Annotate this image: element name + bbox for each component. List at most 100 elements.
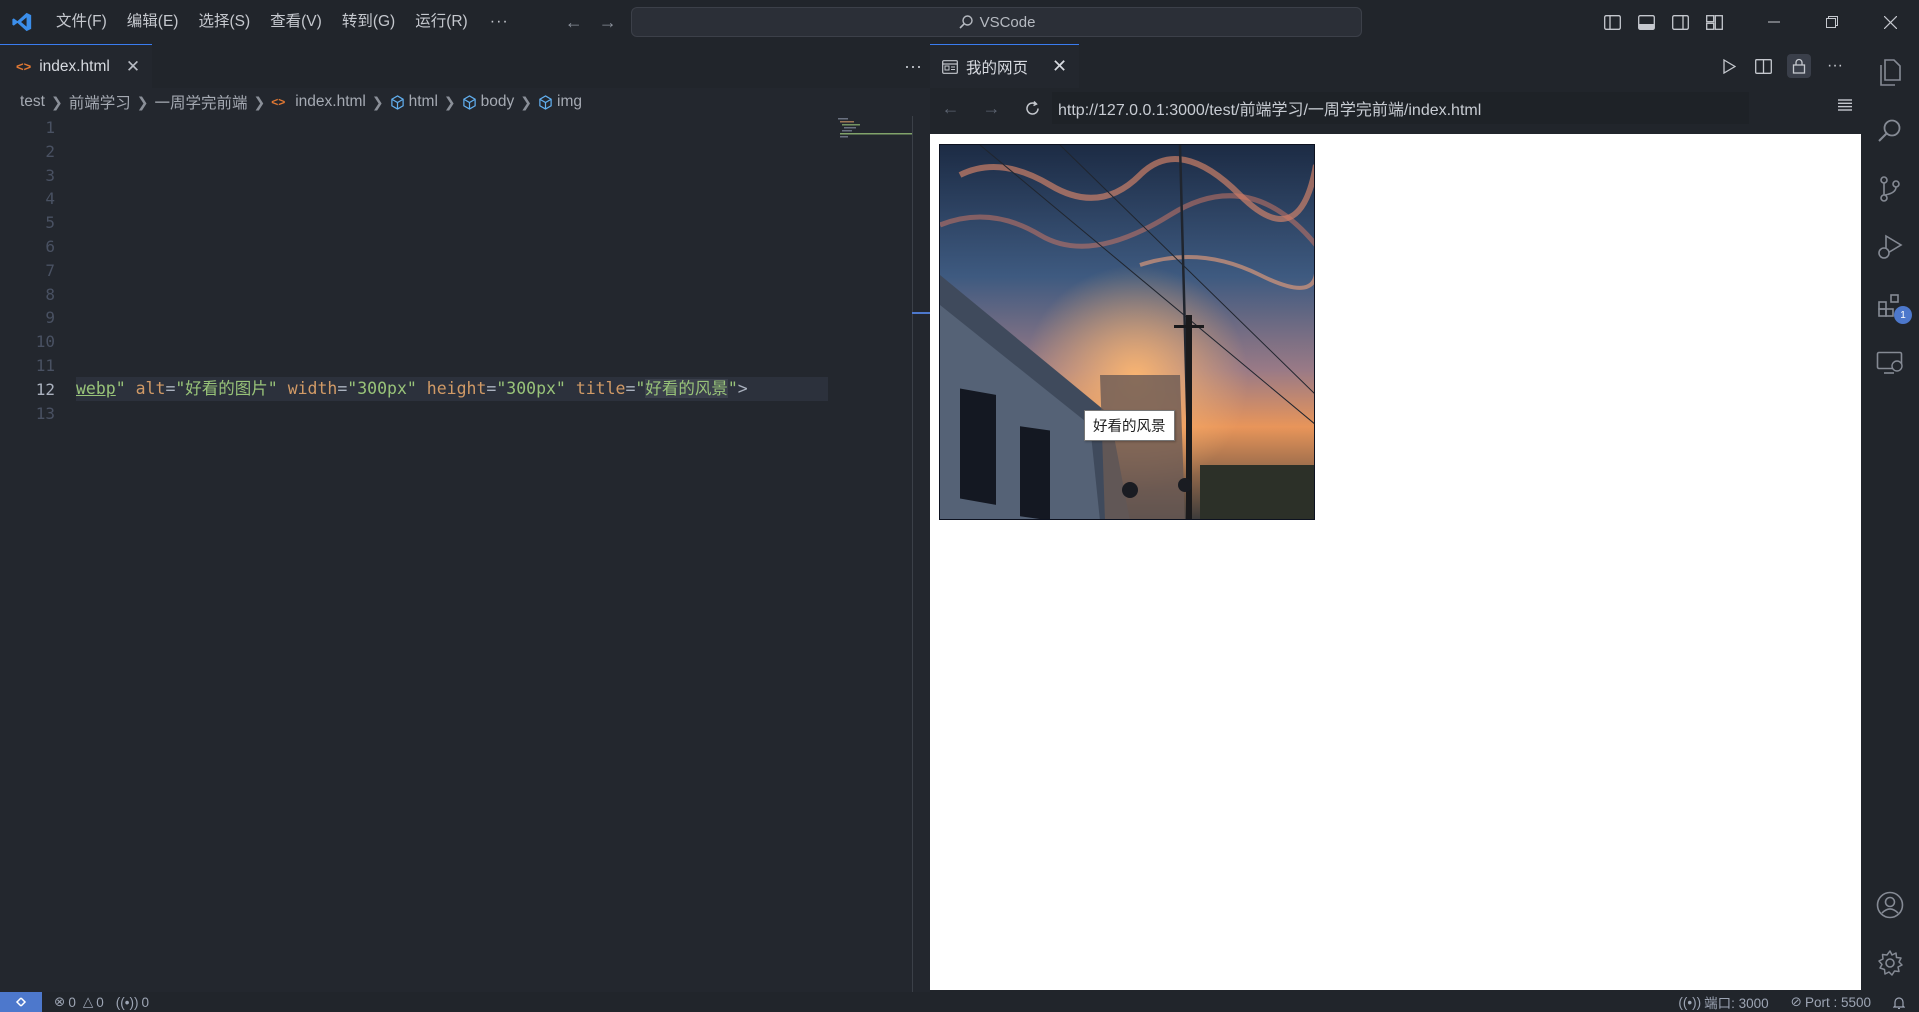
split-editor-icon[interactable] [1753, 56, 1773, 76]
code-src-tail[interactable]: webp [76, 379, 116, 398]
line-number: 10 [35, 332, 55, 352]
image-title-tooltip: 好看的风景 [1084, 410, 1175, 441]
broadcast-icon: ((•)) [1678, 994, 1702, 1010]
line-number: 11 [35, 355, 55, 375]
code-editor[interactable]: 1 2 3 4 5 6 7 8 9 10 11 12 13 webp" alt=… [0, 116, 930, 992]
breadcrumb-img[interactable]: img [538, 93, 582, 111]
line-number: 13 [35, 403, 55, 423]
menu-file[interactable]: 文件(F) [46, 0, 117, 44]
code-token: = [337, 379, 348, 398]
url-input[interactable]: http://127.0.0.1:3000/test/前端学习/一周学完前端/i… [1052, 92, 1749, 124]
close-window-icon[interactable] [1861, 0, 1919, 44]
command-center-search[interactable]: VSCode [631, 7, 1362, 37]
chevron-right-icon: ❯ [371, 93, 384, 110]
menu-edit[interactable]: 编辑(E) [117, 0, 189, 44]
browser-preview-pane: 我的网页 ✕ ··· ← → http://127.0.0.1:3000/tes… [930, 44, 1861, 992]
warning-icon: △ [82, 994, 94, 1009]
line-number: 3 [45, 165, 55, 185]
forward-arrow-icon[interactable]: → [599, 12, 617, 33]
close-tab-icon[interactable]: ✕ [126, 57, 140, 77]
editor-scrollbar[interactable] [912, 116, 913, 992]
breadcrumb-test[interactable]: test [20, 93, 45, 111]
breadcrumb-file-label: index.html [295, 93, 366, 110]
scrollbar-cursor-marker [912, 312, 930, 314]
tab-label: index.html [39, 57, 110, 75]
explorer-icon[interactable] [1861, 44, 1919, 102]
restore-icon[interactable] [1803, 0, 1861, 44]
browser-reload-icon[interactable] [1012, 88, 1053, 128]
editor-group: <> index.html ✕ ··· test ❯ 前端学习 ❯ 一周学完前端… [0, 44, 930, 992]
problems-status[interactable]: ⊗ 0 △ 0 [54, 994, 104, 1010]
code-title-value-selected: 好看的风景 [645, 379, 728, 398]
preview-tab-bar: 我的网页 ✕ ··· [930, 44, 1861, 88]
menu-more-button[interactable]: ··· [478, 13, 521, 31]
menu-selection[interactable]: 选择(S) [188, 0, 260, 44]
accounts-icon[interactable] [1861, 876, 1919, 934]
menu-go[interactable]: 转到(G) [332, 0, 405, 44]
run-and-debug-icon[interactable] [1861, 218, 1919, 276]
broadcast-icon: ((•)) [115, 994, 139, 1010]
line-number: 1 [45, 118, 55, 137]
chevron-right-icon: ❯ [443, 93, 456, 110]
browser-back-icon[interactable]: ← [930, 88, 971, 128]
menu-run[interactable]: 运行(R) [405, 0, 478, 44]
scenery-image[interactable] [939, 144, 1315, 520]
remote-explorer-icon[interactable] [1861, 334, 1919, 392]
code-token: = [625, 379, 636, 398]
vscode-logo-icon [0, 0, 44, 44]
chevron-right-icon: ❯ [520, 93, 533, 110]
command-center-label: VSCode [979, 13, 1036, 31]
line-number: 8 [45, 284, 55, 304]
tab-my-webpage[interactable]: 我的网页 ✕ [930, 44, 1080, 88]
status-bar: ⊗ 0 △ 0 ((•)) 0 ((•)) 端口: 3000 ⊘ Port : … [0, 992, 1919, 1012]
breadcrumb-folder-frontend[interactable]: 前端学习 [69, 91, 131, 113]
webpage-viewport[interactable]: 好看的风景 [930, 134, 1861, 990]
toggle-secondary-sidebar-icon[interactable] [1663, 0, 1697, 44]
back-arrow-icon[interactable]: ← [565, 12, 583, 33]
code-line-img-tag[interactable]: webp" alt="好看的图片" width="300px" height="… [76, 377, 828, 401]
remote-indicator-icon[interactable] [0, 992, 42, 1012]
notifications-bell-icon[interactable] [1893, 996, 1905, 1009]
search-icon [958, 15, 973, 29]
toggle-panel-icon[interactable] [1629, 0, 1663, 44]
browser-menu-icon[interactable] [1837, 98, 1853, 117]
chevron-right-icon: ❯ [50, 93, 63, 110]
port-forward-status[interactable]: ((•)) 端口: 3000 [1678, 992, 1768, 1012]
minimize-icon[interactable] [1745, 0, 1803, 44]
close-tab-icon[interactable]: ✕ [1052, 56, 1067, 77]
breadcrumb-body[interactable]: body [462, 93, 514, 111]
manage-gear-icon[interactable] [1861, 934, 1919, 992]
element-cube-icon [462, 94, 476, 110]
menu-bar: 文件(F) 编辑(E) 选择(S) 查看(V) 转到(G) 运行(R) ··· [46, 0, 521, 44]
lock-group-icon[interactable] [1787, 54, 1811, 78]
forwarded-ports-status[interactable]: ((•)) 0 [116, 995, 149, 1010]
browser-forward-icon[interactable]: → [971, 88, 1012, 128]
breadcrumb-folder-week[interactable]: 一周学完前端 [154, 91, 247, 113]
breadcrumb-html[interactable]: html [390, 93, 438, 111]
title-bar: 文件(F) 编辑(E) 选择(S) 查看(V) 转到(G) 运行(R) ··· … [0, 0, 1919, 44]
error-icon: ⊗ [54, 994, 66, 1009]
active-line-number: 12 [35, 379, 55, 399]
preview-actions: ··· [1719, 44, 1845, 88]
code-token: = [165, 379, 176, 398]
editor-more-actions-button[interactable]: ··· [904, 44, 922, 88]
url-text: http://127.0.0.1:3000/test/前端学习/一周学完前端/i… [1058, 102, 1482, 119]
more-actions-icon[interactable]: ··· [1825, 56, 1845, 76]
toggle-primary-sidebar-icon[interactable] [1595, 0, 1629, 44]
extensions-badge: 1 [1894, 306, 1912, 324]
activity-bar: 1 [1861, 44, 1919, 992]
source-control-icon[interactable] [1861, 160, 1919, 218]
tab-index-html[interactable]: <> index.html ✕ [0, 44, 153, 88]
menu-view[interactable]: 查看(V) [260, 0, 332, 44]
warning-count: 0 [96, 994, 104, 1010]
search-icon[interactable] [1861, 102, 1919, 160]
live-server-status[interactable]: ⊘ Port : 5500 [1791, 994, 1871, 1010]
breadcrumb-file[interactable]: <> index.html [271, 93, 366, 111]
error-count: 0 [68, 994, 76, 1010]
title-actions [1595, 0, 1919, 44]
customize-layout-icon[interactable] [1697, 0, 1731, 44]
code-token: = [486, 379, 497, 398]
extensions-icon[interactable]: 1 [1861, 276, 1919, 334]
run-icon[interactable] [1719, 56, 1739, 76]
minimap[interactable] [838, 116, 912, 146]
